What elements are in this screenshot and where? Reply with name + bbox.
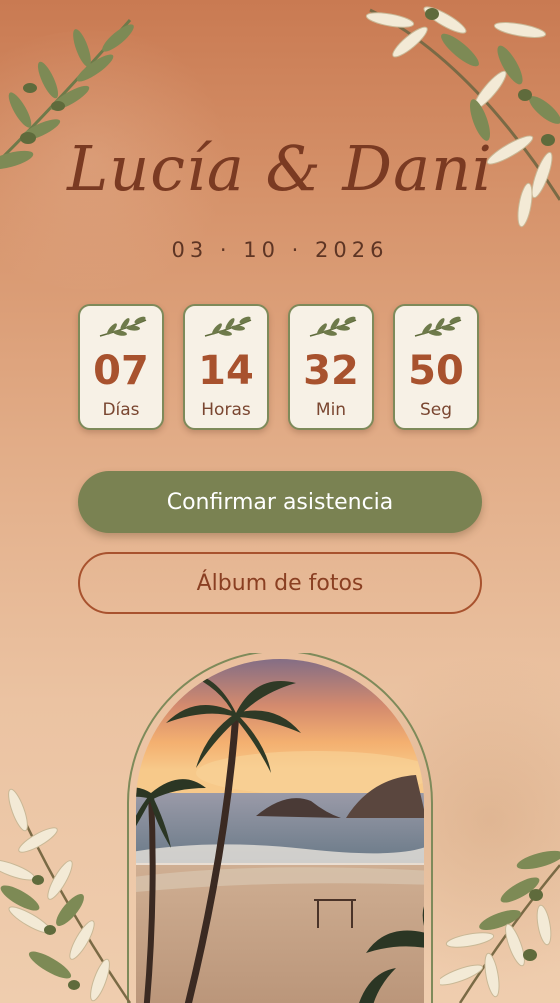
countdown-unit: Min — [315, 400, 347, 420]
countdown-value: 32 — [303, 348, 359, 394]
invitation-page: Lucía & Dani 03 · 10 · 2026 07 Días 14 H… — [0, 0, 560, 1003]
olive-sprig-icon — [414, 316, 462, 337]
wedding-date: 03 · 10 · 2026 — [171, 238, 389, 262]
olive-sprig-icon — [309, 316, 357, 337]
countdown-unit: Horas — [201, 400, 251, 420]
countdown-hours: 14 Horas — [183, 304, 269, 430]
beach-sunset-photo — [127, 653, 433, 1003]
countdown-seconds: 50 Seg — [393, 304, 479, 430]
photo-album-button[interactable]: Álbum de fotos — [78, 552, 482, 614]
countdown-timer: 07 Días 14 Horas 32 Min 50 Seg — [78, 304, 482, 432]
couple-names-title: Lucía & Dani — [67, 132, 493, 205]
countdown-unit: Seg — [419, 400, 453, 420]
olive-branch-icon — [0, 788, 132, 1003]
countdown-days: 07 Días — [78, 304, 164, 430]
olive-sprig-icon — [204, 316, 252, 337]
countdown-value: 14 — [198, 348, 254, 394]
olive-sprig-icon — [99, 316, 147, 337]
countdown-minutes: 32 Min — [288, 304, 374, 430]
countdown-unit: Días — [102, 400, 140, 420]
confirm-attendance-button[interactable]: Confirmar asistencia — [78, 471, 482, 533]
countdown-value: 07 — [93, 348, 149, 394]
countdown-value: 50 — [408, 348, 464, 394]
olive-branch-icon — [440, 850, 560, 1003]
